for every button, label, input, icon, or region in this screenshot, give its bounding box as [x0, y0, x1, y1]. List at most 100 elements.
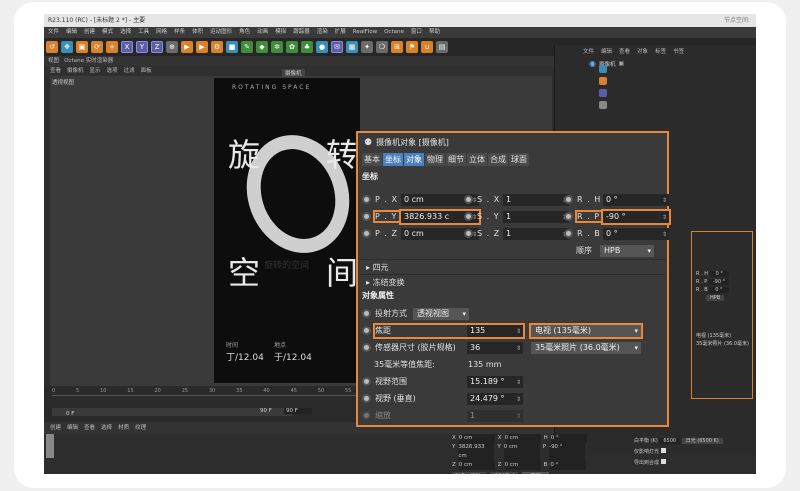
material-thumbnail[interactable]: [46, 434, 54, 458]
x-axis-button[interactable]: X: [121, 41, 133, 53]
fov-field[interactable]: 15.189 ° ⇕: [467, 375, 523, 389]
frame-start-field[interactable]: 0 F: [52, 408, 292, 417]
order-select[interactable]: HPB ▾: [600, 244, 654, 257]
sy-keyframe-dot[interactable]: [464, 212, 473, 221]
dialog-tab[interactable]: 对象: [404, 153, 424, 166]
viewport-menu-item[interactable]: 查看: [50, 66, 61, 76]
render-picture-icon[interactable]: ▶: [196, 41, 208, 53]
cloner-icon[interactable]: ✲: [271, 41, 283, 53]
coord-value-field[interactable]: 3826.933 cm: [458, 443, 495, 461]
menu-item[interactable]: 文件: [48, 27, 59, 38]
material-menu-item[interactable]: 创建: [50, 422, 61, 434]
menu-item[interactable]: 样条: [174, 27, 185, 38]
material-menu-item[interactable]: 查看: [84, 422, 95, 434]
coord-value-field[interactable]: 0 °: [550, 461, 587, 470]
rb-keyframe-dot[interactable]: [564, 229, 573, 238]
zoom-keyframe-dot[interactable]: [362, 411, 371, 420]
size-mode-select[interactable]: 绝对尺寸: [490, 472, 519, 474]
object-manager-tab[interactable]: 标签: [655, 47, 666, 55]
fov-vertical-keyframe-dot[interactable]: [362, 394, 371, 403]
mode-icon-3[interactable]: [599, 89, 607, 97]
material-menu-item[interactable]: 选择: [101, 422, 112, 434]
object-manager-tab[interactable]: 编辑: [601, 47, 612, 55]
dialog-tab[interactable]: 坐标: [383, 153, 403, 166]
coord-value-field[interactable]: 0 cm: [504, 434, 541, 443]
grid-icon[interactable]: ▤: [436, 41, 448, 53]
add-icon[interactable]: +: [106, 41, 118, 53]
magnet-icon[interactable]: ∪: [421, 41, 433, 53]
render-settings-icon[interactable]: ⚙: [211, 41, 223, 53]
sx-field[interactable]: 1⇕: [503, 193, 569, 206]
field-icon[interactable]: ♣: [301, 41, 313, 53]
frame-end-value[interactable]: 90 F: [260, 408, 272, 414]
fov-vertical-field[interactable]: 24.479 ° ⇕: [467, 392, 523, 406]
spin-arrows-icon[interactable]: ⇕: [516, 411, 521, 423]
spin-arrows-icon[interactable]: ⇕: [516, 343, 521, 355]
object-manager-tab[interactable]: 书签: [673, 47, 684, 55]
coordinate-system-icon[interactable]: ⊕: [166, 41, 178, 53]
render-view-icon[interactable]: ▶: [181, 41, 193, 53]
projection-keyframe-dot[interactable]: [362, 309, 371, 318]
spin-arrows-icon[interactable]: ⇕: [662, 195, 667, 207]
material-menu-item[interactable]: 编辑: [67, 422, 78, 434]
menu-item[interactable]: 模拟: [275, 27, 286, 38]
dialog-tab[interactable]: 合成: [488, 153, 508, 166]
rotate-icon[interactable]: ⟳: [91, 41, 103, 53]
menu-item[interactable]: 运动图形: [210, 27, 232, 38]
spin-arrows-icon[interactable]: ⇕: [516, 377, 521, 389]
focal-preset-select[interactable]: 电视 (135毫米) ▾: [529, 322, 643, 339]
spin-arrows-icon[interactable]: ⇕: [662, 212, 667, 224]
dialog-tab[interactable]: 球面: [509, 153, 529, 166]
menu-item[interactable]: Octane: [384, 27, 404, 38]
pz-keyframe-dot[interactable]: [362, 229, 371, 238]
py-keyframe-dot[interactable]: [362, 212, 371, 221]
menu-item[interactable]: RealFlow: [353, 27, 377, 38]
spin-arrows-icon[interactable]: ⇕: [516, 326, 521, 338]
rh-field[interactable]: 0 ° ⇕: [603, 193, 669, 207]
dialog-tab[interactable]: 立体: [467, 153, 487, 166]
spin-arrows-icon[interactable]: ⇕: [662, 229, 667, 241]
viewport-menu-item[interactable]: 过滤: [124, 66, 135, 76]
spin-arrows-icon[interactable]: ⇕: [516, 394, 521, 406]
rp-keyframe-dot[interactable]: [564, 212, 573, 221]
menu-item[interactable]: 工具: [138, 27, 149, 38]
menu-item[interactable]: 跟踪器: [293, 27, 310, 38]
quaternion-group[interactable]: ▸ 四元: [366, 262, 389, 273]
scale-icon[interactable]: ▣: [76, 41, 88, 53]
sensor-preset-select[interactable]: 35毫米照片 (36.0毫米) ▾: [531, 341, 641, 354]
menu-item[interactable]: 帮助: [429, 27, 440, 38]
menu-item[interactable]: 编辑: [66, 27, 77, 38]
coord-value-field[interactable]: 0 cm: [504, 461, 541, 470]
viewport-menu-item[interactable]: 面板: [141, 66, 152, 76]
pen-icon[interactable]: ✎: [241, 41, 253, 53]
rh-keyframe-dot[interactable]: [564, 195, 573, 204]
undo-icon[interactable]: ↺: [46, 41, 58, 53]
white-balance-value[interactable]: 6500: [659, 438, 681, 444]
focal-keyframe-dot[interactable]: [362, 326, 371, 335]
z-axis-button[interactable]: Z: [151, 41, 163, 53]
menu-item[interactable]: 窗口: [411, 27, 422, 38]
object-manager-tab[interactable]: 对象: [637, 47, 648, 55]
mode-icon-1[interactable]: [599, 65, 607, 73]
floor-icon[interactable]: ▦: [346, 41, 358, 53]
dialog-tab[interactable]: 物理: [425, 153, 445, 166]
sx-keyframe-dot[interactable]: [464, 195, 473, 204]
coord-value-field[interactable]: 0 °: [550, 434, 587, 443]
scene-icon[interactable]: ●: [316, 41, 328, 53]
workplane-icon[interactable]: ⚑: [406, 41, 418, 53]
material-menu-item[interactable]: 材质: [118, 422, 129, 434]
sz-field[interactable]: 1⇕: [503, 227, 569, 240]
light-icon[interactable]: ✦: [361, 41, 373, 53]
sy-field[interactable]: 1⇕: [503, 210, 569, 223]
focal-field[interactable]: 135 ⇕: [467, 324, 523, 338]
menu-item[interactable]: 选择: [120, 27, 131, 38]
camera-object-row[interactable]: ◉ 摄像机 ▣: [555, 57, 756, 68]
move-icon[interactable]: ✥: [61, 41, 73, 53]
coord-value-field[interactable]: 0 cm: [458, 461, 495, 470]
snap-icon[interactable]: ⊞: [391, 41, 403, 53]
white-balance-preset[interactable]: 日光 (6500 K): [681, 438, 723, 444]
menu-item[interactable]: 网格: [156, 27, 167, 38]
menu-item[interactable]: 扩展: [335, 27, 346, 38]
coord-value-field[interactable]: -90 °: [549, 443, 586, 461]
dialog-tab[interactable]: 细节: [446, 153, 466, 166]
